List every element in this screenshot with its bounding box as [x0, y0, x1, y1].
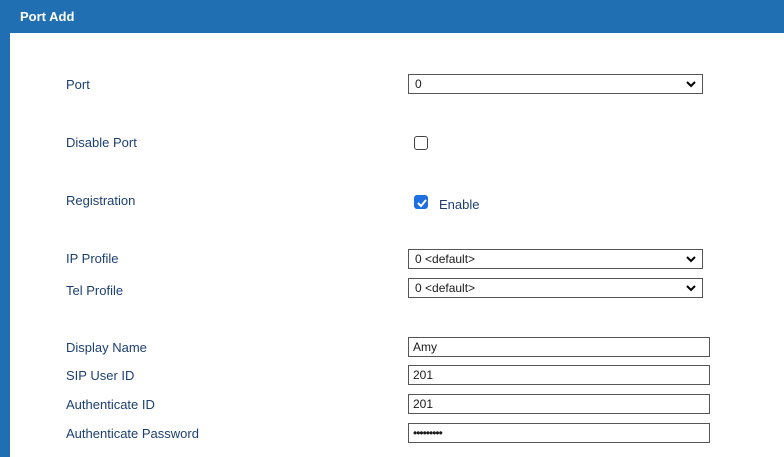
ip-profile-select-value: 0 <default> [415, 252, 476, 266]
ip-profile-select[interactable]: 0 <default> [408, 249, 703, 269]
tel-profile-select[interactable]: 0 <default> [408, 278, 703, 298]
port-select[interactable]: 0 [408, 74, 703, 94]
ip-profile-label: IP Profile [66, 251, 119, 266]
port-select-value: 0 [415, 77, 422, 91]
chevron-down-icon [686, 75, 696, 98]
authenticate-password-label: Authenticate Password [66, 426, 199, 441]
chevron-down-icon [686, 279, 696, 302]
sip-user-id-label: SIP User ID [66, 368, 135, 383]
display-name-label: Display Name [66, 340, 147, 355]
disable-port-label: Disable Port [66, 135, 137, 150]
chevron-down-icon [686, 250, 696, 273]
authenticate-id-input[interactable]: 201 [408, 394, 710, 414]
sip-user-id-input[interactable]: 201 [408, 365, 710, 385]
panel-title: Port Add [10, 0, 784, 33]
registration-enable-label: Enable [439, 197, 480, 212]
authenticate-password-input[interactable]: ••••••••• [408, 423, 710, 443]
port-add-panel: Port Add Port 0 Disable Port Registratio… [0, 0, 784, 457]
authenticate-id-label: Authenticate ID [66, 397, 155, 412]
port-label: Port [66, 77, 90, 92]
check-icon [417, 199, 427, 208]
tel-profile-select-value: 0 <default> [415, 281, 476, 295]
tel-profile-label: Tel Profile [66, 283, 124, 298]
display-name-input[interactable]: Amy [408, 337, 710, 357]
registration-label: Registration [66, 193, 136, 208]
registration-enable-checkbox[interactable] [414, 195, 428, 209]
disable-port-checkbox[interactable] [414, 136, 428, 150]
